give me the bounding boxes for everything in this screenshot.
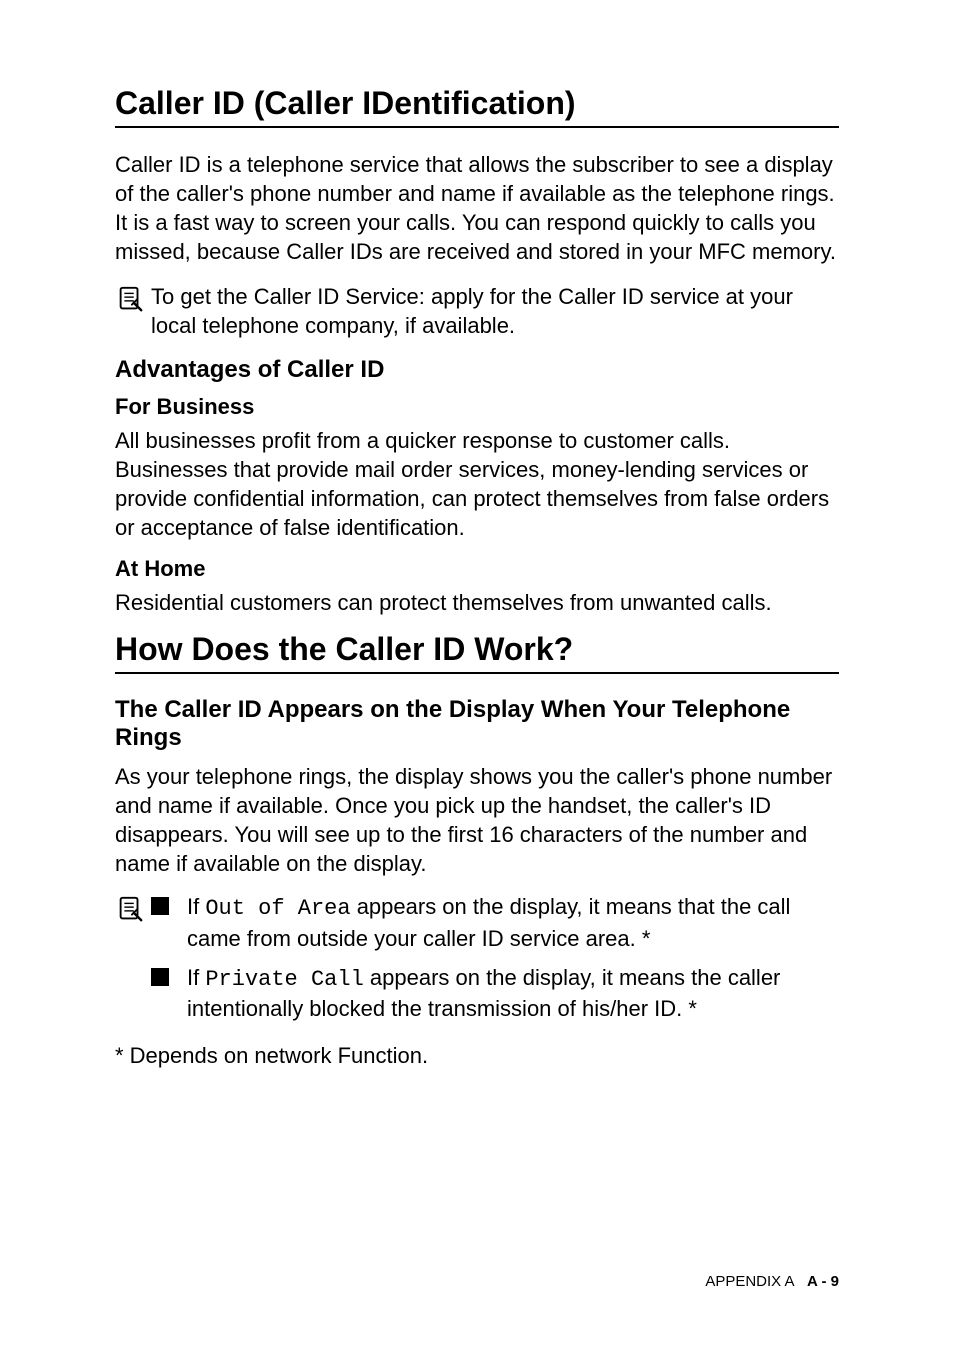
- note-bullet-block: If Out of Area appears on the display, i…: [115, 892, 839, 1032]
- bullet-text: If Out of Area appears on the display, i…: [187, 892, 839, 952]
- para-home: Residential customers can protect themse…: [115, 588, 839, 617]
- heading-at-home: At Home: [115, 556, 839, 582]
- intro-paragraph: Caller ID is a telephone service that al…: [115, 150, 839, 266]
- bullet-private-call: If Private Call appears on the display, …: [151, 963, 839, 1023]
- note-block: To get the Caller ID Service: apply for …: [115, 282, 839, 340]
- bullet-marker-icon: [151, 897, 169, 915]
- bullet-out-of-area: If Out of Area appears on the display, i…: [151, 892, 839, 952]
- heading-how-work: How Does the Caller ID Work?: [115, 631, 839, 674]
- note-icon: [115, 284, 145, 319]
- footer-page: A - 9: [807, 1273, 839, 1290]
- note-icon: [115, 894, 145, 929]
- heading-caller-id-display: The Caller ID Appears on the Display Whe…: [115, 696, 839, 752]
- page-footer: APPENDIX A A - 9: [705, 1273, 839, 1290]
- heading-caller-id: Caller ID (Caller IDentification): [115, 85, 839, 128]
- heading-advantages: Advantages of Caller ID: [115, 356, 839, 384]
- bullet-pre: If: [187, 894, 205, 919]
- para-business: All businesses profit from a quicker res…: [115, 426, 839, 542]
- bullet-mono: Private Call: [205, 967, 363, 992]
- bullet-pre: If: [187, 965, 205, 990]
- footnote: * Depends on network Function.: [115, 1041, 839, 1070]
- note-text: To get the Caller ID Service: apply for …: [151, 282, 839, 340]
- footer-label: APPENDIX A: [705, 1273, 794, 1290]
- para-display: As your telephone rings, the display sho…: [115, 762, 839, 878]
- bullet-text: If Private Call appears on the display, …: [187, 963, 839, 1023]
- bullet-mono: Out of Area: [205, 896, 350, 921]
- bullet-marker-icon: [151, 968, 169, 986]
- heading-for-business: For Business: [115, 394, 839, 420]
